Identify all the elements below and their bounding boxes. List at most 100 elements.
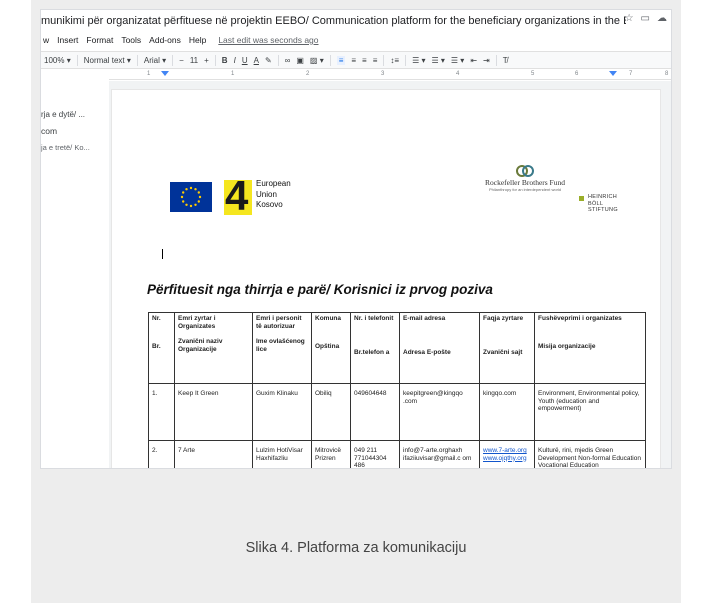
ruler-tick: 1 <box>147 71 151 77</box>
ruler-tick: 6 <box>575 71 579 77</box>
table-row: 2. 7 Arte Lulzim HotiVisar Haxhifazliu M… <box>148 440 646 468</box>
toolbar-divider <box>329 54 331 66</box>
table-cell: Keep It Green <box>174 383 253 441</box>
document-outline: rja e dytë/ ... com ja e tretë/ Ko... <box>41 110 109 159</box>
figure-caption: Slika 4. Platforma za komunikaciju <box>245 540 467 556</box>
document-title[interactable]: munikimi për organizatat përfituese në p… <box>41 15 626 27</box>
star-icon[interactable]: ☆ <box>625 13 634 24</box>
toolbar-divider <box>383 54 385 66</box>
font-size-increase-button[interactable]: + <box>204 56 209 65</box>
eu-stars-icon <box>180 186 202 208</box>
align-center-icon[interactable]: ≡ <box>351 56 356 65</box>
decrease-indent-icon[interactable]: ⇤ <box>470 56 477 65</box>
table-header-cell: Faqja zyrtare Zvanični sajt <box>479 312 535 384</box>
table-cell-link[interactable]: www.7-arte.org www.ojqthy.org <box>479 440 535 468</box>
link-icon[interactable]: ∞ <box>285 56 291 65</box>
outline-item[interactable]: com <box>41 126 109 136</box>
ruler-tick: 8 <box>665 71 669 77</box>
table-cell: 049 211 771044304 486 <box>350 440 400 468</box>
table-header-cell: Nr. i telefonit Br.telefon a <box>350 312 400 384</box>
increase-indent-icon[interactable]: ⇥ <box>483 56 490 65</box>
rbf-rings-icon <box>516 165 534 177</box>
logo-text: STIFTUNG <box>588 207 618 213</box>
align-justify-icon[interactable]: ≡ <box>373 56 378 65</box>
table-header-row: Nr. Br. Emri zyrtar i Organizates Zvanični… <box>148 312 646 384</box>
menu-tools[interactable]: Tools <box>121 35 141 45</box>
cloud-icon[interactable]: ☁ <box>657 13 667 24</box>
bulleted-list-icon[interactable]: ☰ ▾ <box>431 56 444 65</box>
logo-text: Kosovo <box>256 200 283 209</box>
menu-addons[interactable]: Add-ons <box>149 35 181 45</box>
table-cell: 1. <box>148 383 175 441</box>
table-header-cell: Emri i personit të autorizuar Ime ovlašće… <box>252 312 312 384</box>
document-page[interactable]: 4 European Union Kosovo Rockefeller Brot… <box>111 89 661 468</box>
outline-item[interactable]: ja e tretë/ Ko... <box>41 143 109 152</box>
style-select[interactable]: Normal text ▾ <box>84 56 131 65</box>
figure-frame: munikimi për organizatat përfituese në p… <box>31 0 681 603</box>
ruler[interactable]: 1 1 2 3 4 5 6 7 8 <box>109 70 671 80</box>
table-header-cell: Nr. Br. <box>148 312 175 384</box>
italic-button[interactable]: I <box>234 56 236 65</box>
underline-button[interactable]: U <box>242 56 248 65</box>
text-color-button[interactable]: A <box>254 56 259 65</box>
toolbar-divider <box>172 54 174 66</box>
folder-icon[interactable]: ▭ <box>641 13 650 24</box>
align-right-icon[interactable]: ≡ <box>362 56 367 65</box>
indent-marker-icon[interactable] <box>161 71 169 76</box>
right-indent-marker-icon[interactable] <box>609 71 617 76</box>
zoom-select[interactable]: 100% ▾ <box>44 56 71 65</box>
ruler-tick: 3 <box>381 71 385 77</box>
docs-screenshot: munikimi për organizatat përfituese në p… <box>40 9 672 469</box>
last-edit-link[interactable]: Last edit was seconds ago <box>218 35 318 45</box>
menu-format[interactable]: Format <box>86 35 113 45</box>
bold-button[interactable]: B <box>222 56 228 65</box>
boell-square-icon <box>579 196 584 201</box>
toolbar-divider <box>76 54 78 66</box>
table-cell: Lulzim HotiVisar Haxhifazliu <box>252 440 312 468</box>
ruler-tick: 1 <box>231 71 235 77</box>
table-cell: Kulturë, rini, mjedis Green Development … <box>534 440 646 468</box>
table-header-cell: Komuna Opština <box>311 312 351 384</box>
table-cell: Guxim Klinaku <box>252 383 312 441</box>
toolbar-divider <box>495 54 497 66</box>
table-cell: 049604648 <box>350 383 400 441</box>
rbf-tagline: Philanthropy for an interdependent world <box>488 187 562 192</box>
clear-formatting-icon[interactable]: T̸ <box>503 56 508 65</box>
table-cell: kingqo.com <box>479 383 535 441</box>
checklist-icon[interactable]: ☰ ▾ <box>412 56 425 65</box>
kosovo-4-logo: 4 <box>224 172 252 219</box>
rbf-name: Rockefeller Brothers Fund <box>485 178 565 187</box>
menu-view[interactable]: w <box>43 35 49 45</box>
logo-text: European <box>256 179 291 188</box>
logo-text: HEINRICH <box>588 194 617 200</box>
ruler-tick: 4 <box>456 71 460 77</box>
menu-help[interactable]: Help <box>189 35 206 45</box>
font-size-input[interactable]: 11 <box>190 56 198 65</box>
text-cursor <box>162 249 163 259</box>
table-cell: Obiliq <box>311 383 351 441</box>
numbered-list-icon[interactable]: ☰ ▾ <box>451 56 464 65</box>
outline-item[interactable]: rja e dytë/ ... <box>41 110 109 119</box>
logo-text: Union <box>256 189 277 199</box>
ruler-tick: 5 <box>531 71 535 77</box>
title-icons: ☆ ▭ ☁ <box>625 13 667 24</box>
font-select[interactable]: Arial ▾ <box>144 56 166 65</box>
comment-icon[interactable]: ▣ <box>296 56 304 65</box>
menu-insert[interactable]: Insert <box>57 35 78 45</box>
table-cell: 7 Arte <box>174 440 253 468</box>
eu-flag-logo <box>170 182 212 212</box>
title-bar: munikimi për organizatat përfituese në p… <box>41 10 671 32</box>
image-icon[interactable]: ▨ ▾ <box>310 56 324 65</box>
align-left-icon[interactable]: ≡ <box>336 55 346 65</box>
table-cell: keepitgreen@kingqo .com <box>399 383 480 441</box>
table-header-cell: Fushëveprimi i organizates Misija organiz… <box>534 312 646 384</box>
toolbar-divider <box>214 54 216 66</box>
font-size-decrease-button[interactable]: − <box>179 56 184 65</box>
toolbar-divider <box>405 54 407 66</box>
toolbar-divider <box>277 54 279 66</box>
line-spacing-icon[interactable]: ↕≡ <box>390 56 399 65</box>
toolbar-divider <box>136 54 138 66</box>
ruler-tick: 2 <box>306 71 310 77</box>
section-heading: Përfituesit nga thirrja e parë/ Korisnic… <box>147 282 493 297</box>
highlight-icon[interactable]: ✎ <box>265 56 272 65</box>
